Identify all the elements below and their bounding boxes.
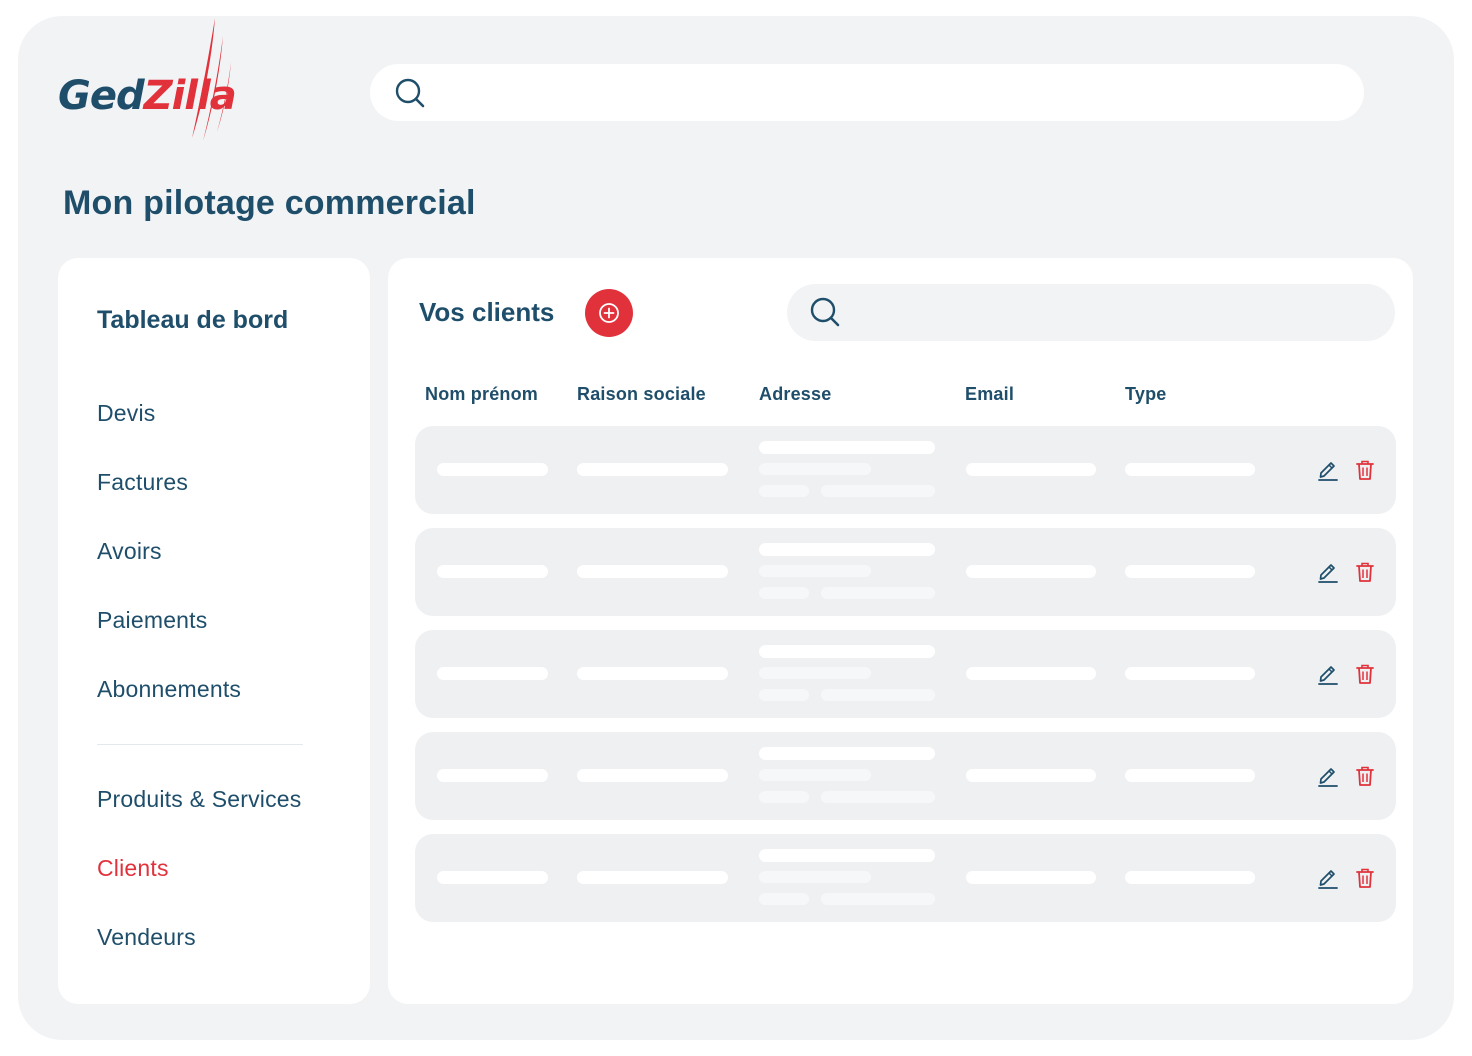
global-search-input[interactable]: [442, 72, 1342, 112]
clients-search-input[interactable]: [857, 292, 1377, 332]
cell-adresse-line1-placeholder: [759, 543, 935, 556]
cell-adresse-line3b-placeholder: [821, 893, 935, 905]
cell-type-placeholder: [1125, 463, 1255, 476]
edit-icon[interactable]: [1317, 662, 1339, 686]
table-row[interactable]: [415, 630, 1396, 718]
sidebar-item-produits-services[interactable]: Produits & Services: [97, 786, 302, 813]
sidebar-item-avoirs[interactable]: Avoirs: [97, 538, 162, 565]
claw-marks-icon: [192, 18, 231, 141]
edit-icon[interactable]: [1317, 866, 1339, 890]
cell-adresse-line3a-placeholder: [759, 689, 809, 701]
column-header-type[interactable]: Type: [1125, 384, 1166, 405]
cell-raison-sociale-placeholder: [577, 667, 728, 680]
clients-panel: Vos clients Nom prénom Raison sociale Ad…: [388, 258, 1413, 1004]
cell-adresse-line3b-placeholder: [821, 485, 935, 497]
column-header-email[interactable]: Email: [965, 384, 1014, 405]
cell-nom-prenom-placeholder: [437, 463, 548, 476]
cell-email-placeholder: [966, 667, 1096, 680]
cell-adresse-line1-placeholder: [759, 441, 935, 454]
sidebar-item-abonnements[interactable]: Abonnements: [97, 676, 241, 703]
trash-icon[interactable]: [1355, 663, 1375, 685]
column-header-nom-prenom[interactable]: Nom prénom: [425, 384, 538, 405]
edit-icon[interactable]: [1317, 764, 1339, 788]
cell-type-placeholder: [1125, 565, 1255, 578]
cell-type-placeholder: [1125, 769, 1255, 782]
clients-search-bar[interactable]: [787, 284, 1395, 341]
edit-icon[interactable]: [1317, 458, 1339, 482]
table-row[interactable]: [415, 732, 1396, 820]
table-row[interactable]: [415, 834, 1396, 922]
cell-adresse-line2-placeholder: [759, 565, 871, 577]
cell-raison-sociale-placeholder: [577, 769, 728, 782]
cell-adresse-line2-placeholder: [759, 463, 871, 475]
sidebar-item-paiements[interactable]: Paiements: [97, 607, 207, 634]
cell-raison-sociale-placeholder: [577, 463, 728, 476]
search-icon: [395, 78, 425, 108]
sidebar: Tableau de bord Devis Factures Avoirs Pa…: [58, 258, 370, 1004]
cell-adresse-line1-placeholder: [759, 645, 935, 658]
cell-nom-prenom-placeholder: [437, 769, 548, 782]
cell-nom-prenom-placeholder: [437, 871, 548, 884]
cell-raison-sociale-placeholder: [577, 565, 728, 578]
cell-adresse-line2-placeholder: [759, 667, 871, 679]
cell-adresse-line3a-placeholder: [759, 893, 809, 905]
trash-icon[interactable]: [1355, 459, 1375, 481]
cell-adresse-line3b-placeholder: [821, 689, 935, 701]
app-window: GedZilla Mon pilotage commercial Tableau…: [18, 16, 1454, 1040]
cell-adresse-line2-placeholder: [759, 769, 871, 781]
clients-title: Vos clients: [419, 297, 555, 327]
trash-icon[interactable]: [1355, 765, 1375, 787]
cell-adresse-line3b-placeholder: [821, 791, 935, 803]
global-search-bar[interactable]: [370, 64, 1364, 121]
column-header-raison-sociale[interactable]: Raison sociale: [577, 384, 706, 405]
sidebar-item-vendeurs[interactable]: Vendeurs: [97, 924, 196, 951]
column-header-adresse[interactable]: Adresse: [759, 384, 831, 405]
cell-adresse-line1-placeholder: [759, 747, 935, 760]
cell-email-placeholder: [966, 871, 1096, 884]
sidebar-item-clients[interactable]: Clients: [97, 855, 169, 882]
cell-raison-sociale-placeholder: [577, 871, 728, 884]
page-title: Mon pilotage commercial: [63, 184, 476, 222]
sidebar-item-factures[interactable]: Factures: [97, 469, 188, 496]
sidebar-divider: [97, 744, 303, 745]
sidebar-item-devis[interactable]: Devis: [97, 400, 156, 427]
cell-type-placeholder: [1125, 667, 1255, 680]
cell-adresse-line3a-placeholder: [759, 587, 809, 599]
gedzilla-logo[interactable]: GedZilla: [58, 16, 268, 146]
cell-type-placeholder: [1125, 871, 1255, 884]
trash-icon[interactable]: [1355, 561, 1375, 583]
cell-email-placeholder: [966, 565, 1096, 578]
cell-adresse-line3a-placeholder: [759, 485, 809, 497]
add-client-button[interactable]: [585, 289, 633, 337]
cell-nom-prenom-placeholder: [437, 565, 548, 578]
cell-email-placeholder: [966, 463, 1096, 476]
cell-nom-prenom-placeholder: [437, 667, 548, 680]
cell-adresse-line2-placeholder: [759, 871, 871, 883]
cell-adresse-line3b-placeholder: [821, 587, 935, 599]
cell-email-placeholder: [966, 769, 1096, 782]
table-row[interactable]: [415, 528, 1396, 616]
sidebar-item-tableau-de-bord[interactable]: Tableau de bord: [97, 306, 288, 335]
plus-circle-icon: [599, 303, 619, 323]
cell-adresse-line3a-placeholder: [759, 791, 809, 803]
search-icon: [810, 297, 840, 327]
trash-icon[interactable]: [1355, 867, 1375, 889]
cell-adresse-line1-placeholder: [759, 849, 935, 862]
edit-icon[interactable]: [1317, 560, 1339, 584]
table-row[interactable]: [415, 426, 1396, 514]
